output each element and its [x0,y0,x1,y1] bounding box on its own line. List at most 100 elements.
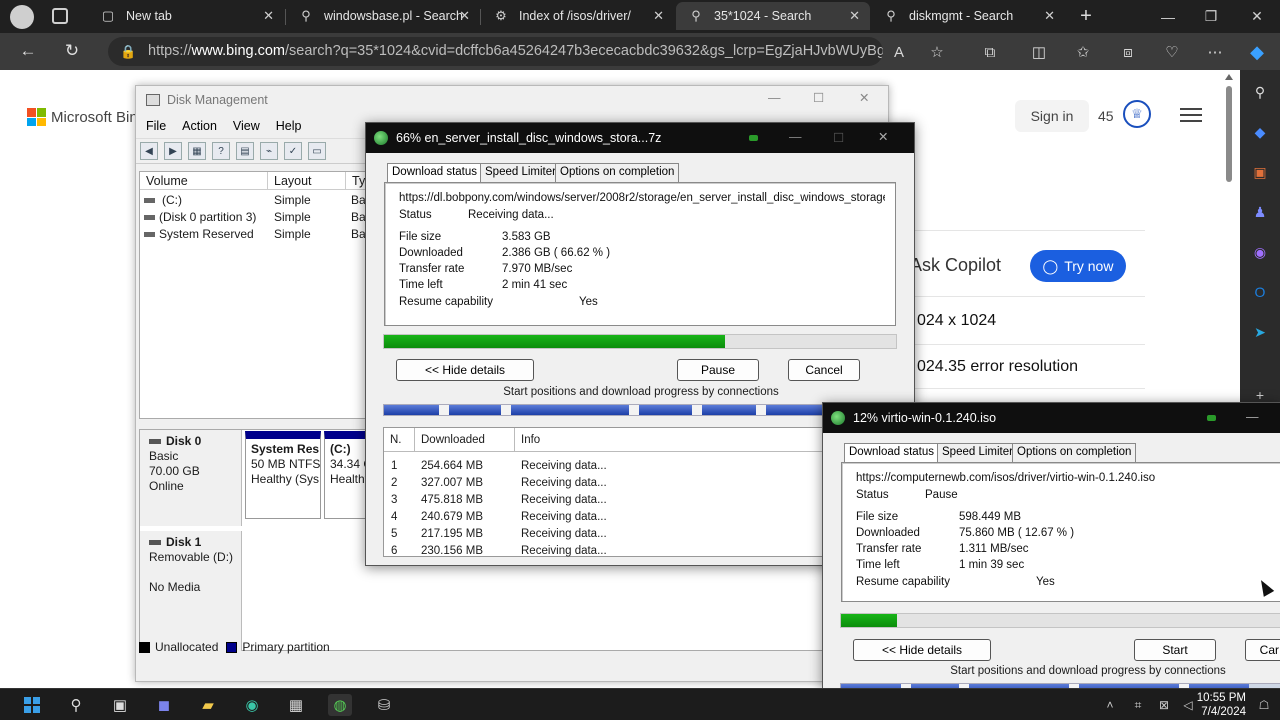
minimize-icon[interactable]: — [768,91,781,105]
related-search-2[interactable]: 024.35 error resolution [917,358,1078,376]
table-row[interactable]: 3 475.818 MB Receiving data... [384,492,829,509]
menu-action[interactable]: Action [182,119,217,133]
profile-avatar[interactable] [10,5,34,29]
table-row[interactable]: 6 230.156 MB Receiving data... [384,543,829,560]
maximize-icon[interactable]: ☐ [833,130,844,145]
minimize-icon[interactable]: — [789,130,802,144]
partition-system-reserved[interactable]: System Res 50 MB NTFS Healthy (Sys [245,431,321,519]
column-volume[interactable]: Volume [140,172,268,190]
tab-diskmgmt-search[interactable]: ⚲ diskmgmt - Search ✕ [871,2,1065,30]
pause-button[interactable]: Pause [677,359,759,381]
disk-management-taskbar-icon[interactable]: ⛁ [372,694,396,716]
check-icon[interactable]: ✓ [284,142,302,160]
properties-icon[interactable]: ▤ [236,142,254,160]
tab-35x1024-search[interactable]: ⚲ 35*1024 - Search ✕ [676,2,870,30]
hamburger-menu-icon[interactable] [1180,108,1202,122]
column-downloaded[interactable]: Downloaded [415,428,515,452]
more-options-icon[interactable]: ⋯ [1203,40,1227,64]
search-icon[interactable]: ⚲ [64,694,88,716]
close-icon[interactable]: ✕ [1044,8,1055,24]
related-search-1[interactable]: 024 x 1024 [917,312,996,330]
hide-details-button[interactable]: << Hide details [853,639,991,661]
forward-arrow-icon[interactable]: ▶ [164,142,182,160]
collections-icon[interactable]: ⧈ [1116,40,1140,64]
close-icon[interactable]: ✕ [849,8,860,24]
new-tab-plus-icon[interactable]: + [1076,5,1096,27]
tab-download-status[interactable]: Download status [387,163,483,183]
tools-icon[interactable]: ▣ [1250,162,1270,182]
rewards-count[interactable]: 45 [1098,108,1114,124]
rewards-trophy-icon[interactable]: ♕ [1123,100,1151,128]
close-window-icon[interactable]: ✕ [1234,0,1280,33]
column-info[interactable]: Info [515,428,829,452]
column-layout[interactable]: Layout [268,172,346,190]
games-icon[interactable]: ♟ [1250,202,1270,222]
tab-speed-limiter[interactable]: Speed Limiter [480,163,561,182]
restore-icon[interactable]: ❐ [1188,0,1234,33]
list-icon[interactable]: ▭ [308,142,326,160]
file-explorer-icon[interactable]: ▰ [196,694,220,716]
read-aloud-icon[interactable]: A [887,40,911,64]
tab-index-isos-driver[interactable]: ⚙ Index of /isos/driver/ ✕ [481,2,674,30]
back-icon[interactable]: ← [14,39,42,63]
copilot-icon[interactable]: ◉ [1250,242,1270,262]
tab-actions-icon[interactable] [52,8,68,24]
taskbar-clock[interactable]: 10:55 PM 7/4/2024 [1190,691,1246,719]
page-scrollbar[interactable] [1225,74,1233,190]
disk-1-label[interactable]: Disk 1 Removable (D:) No Media [140,531,242,651]
tab-speed-limiter[interactable]: Speed Limiter [937,443,1018,462]
cancel-button[interactable]: Cancel [788,359,860,381]
favorite-star-icon[interactable]: ☆ [925,40,949,64]
close-icon[interactable]: ✕ [653,8,664,24]
hide-details-button[interactable]: << Hide details [396,359,534,381]
microsoft-store-icon[interactable]: ▦ [284,694,308,716]
refresh-icon[interactable]: ↻ [58,39,86,63]
maximize-icon[interactable]: ☐ [813,90,824,105]
sign-in-button[interactable]: Sign in [1015,100,1089,132]
outlook-icon[interactable]: O [1250,282,1270,302]
tab-download-status[interactable]: Download status [844,443,940,463]
bing-logo[interactable]: Microsoft Bing [27,108,146,126]
close-icon[interactable]: ✕ [459,8,470,24]
back-arrow-icon[interactable]: ◀ [140,142,158,160]
task-view-icon[interactable]: ▣ [108,694,132,716]
column-n[interactable]: N. [384,428,415,452]
try-now-button[interactable]: ◯ Try now [1030,250,1126,282]
table-row[interactable]: 5 217.195 MB Receiving data... [384,526,829,543]
close-icon[interactable]: ✕ [859,90,869,105]
close-icon[interactable]: ✕ [878,129,888,144]
help-icon[interactable]: ? [212,142,230,160]
performance-icon[interactable]: ♡ [1160,40,1184,64]
tab-new-tab[interactable]: ▢ New tab ✕ [88,2,284,30]
search-icon[interactable]: ⚲ [1250,82,1270,102]
minimize-icon[interactable]: — [1145,0,1191,33]
table-row[interactable]: 4 240.679 MB Receiving data... [384,509,829,526]
cancel-button[interactable]: Car [1245,639,1280,661]
table-row[interactable]: 2 327.007 MB Receiving data... [384,475,829,492]
close-icon[interactable]: ✕ [263,8,274,24]
table-row[interactable]: 1 254.664 MB Receiving data... [384,458,829,475]
menu-help[interactable]: Help [276,119,302,133]
windows-start-icon[interactable] [20,694,44,716]
minimize-icon[interactable]: — [1246,410,1259,424]
extensions-icon[interactable]: ⧉ [978,40,1002,64]
start-button[interactable]: Start [1134,639,1216,661]
edge-browser-icon[interactable]: ◉ [240,694,264,716]
disk-0-label[interactable]: Disk 0 Basic 70.00 GB Online [140,430,242,526]
tab-options-on-completion[interactable]: Options on completion [1012,443,1137,462]
tray-chevron-icon[interactable]: ˄ [1098,694,1122,716]
idm-taskbar-icon[interactable]: ◍ [328,694,352,716]
tab-windowsbase-search[interactable]: ⚲ windowsbase.pl - Search ✕ [286,2,480,30]
menu-file[interactable]: File [146,119,166,133]
usb-icon[interactable]: ⌗ [1126,694,1150,716]
notification-bell-icon[interactable]: ☖ [1252,694,1276,716]
copilot-icon[interactable]: ◆ [1245,40,1269,64]
shopping-icon[interactable]: ◆ [1250,122,1270,142]
connect-icon[interactable]: ⌁ [260,142,278,160]
menu-view[interactable]: View [233,119,260,133]
favorites-icon[interactable]: ✩ [1071,40,1095,64]
view-grid-icon[interactable]: ▦ [188,142,206,160]
split-screen-icon[interactable]: ◫ [1027,40,1051,64]
tab-options-on-completion[interactable]: Options on completion [555,163,680,182]
teams-chat-icon[interactable]: ◼ [152,694,176,716]
